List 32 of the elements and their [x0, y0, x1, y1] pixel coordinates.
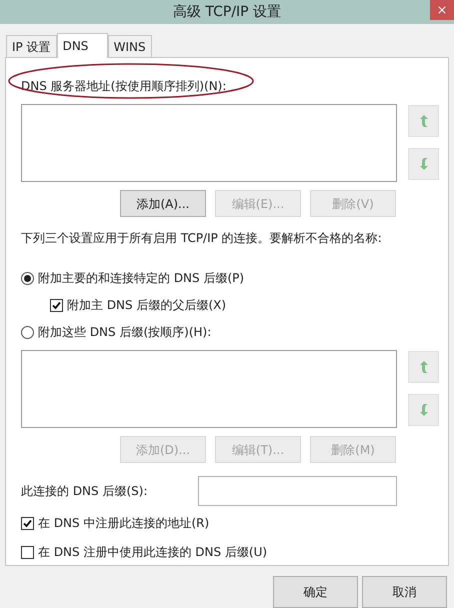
- field-label: 此连接的 DNS 后缀(S):: [21, 483, 148, 500]
- move-down-button[interactable]: [408, 394, 439, 426]
- dialog-button[interactable]: 添加(A)...: [120, 190, 206, 217]
- move-down-button[interactable]: [408, 148, 439, 180]
- checkbox[interactable]: [21, 546, 34, 558]
- checkbox[interactable]: [50, 298, 63, 312]
- dialog-button[interactable]: 取消: [362, 576, 447, 608]
- checkbox[interactable]: [21, 516, 34, 530]
- radio-button[interactable]: [21, 272, 34, 284]
- radio-button[interactable]: [21, 326, 34, 338]
- list-box[interactable]: [21, 350, 397, 428]
- list-box[interactable]: [21, 104, 397, 182]
- move-up-button[interactable]: [408, 351, 439, 383]
- tab[interactable]: IP 设置: [6, 35, 57, 57]
- window-title: 高级 TCP/IP 设置: [172, 2, 282, 22]
- arrow-down-icon: [418, 157, 428, 171]
- checkbox-label: 在 DNS 注册中使用此连接的 DNS 后缀(U): [38, 544, 268, 561]
- tab[interactable]: DNS: [56, 33, 108, 58]
- move-up-button[interactable]: [408, 105, 439, 137]
- dialog-button[interactable]: 确定: [273, 576, 358, 608]
- arrow-down-icon: [418, 403, 428, 417]
- radio-label: 附加主要的和连接特定的 DNS 后缀(P): [38, 270, 244, 287]
- suffix-input-field[interactable]: [198, 476, 397, 506]
- arrow-up-icon: [418, 114, 428, 128]
- checkbox-label: 附加主 DNS 后缀的父后缀(X): [67, 297, 226, 314]
- close-icon: [436, 4, 448, 16]
- close-button[interactable]: [430, 0, 454, 20]
- checkbox-label: 在 DNS 中注册此连接的地址(R): [38, 515, 210, 532]
- radio-label: 附加这些 DNS 后缀(按顺序)(H):: [38, 324, 212, 341]
- arrow-up-icon: [418, 360, 428, 374]
- description-text: 下列三个设置应用于所有启用 TCP/IP 的连接。要解析不合格的名称:: [21, 230, 383, 247]
- tab[interactable]: WINS: [108, 35, 152, 57]
